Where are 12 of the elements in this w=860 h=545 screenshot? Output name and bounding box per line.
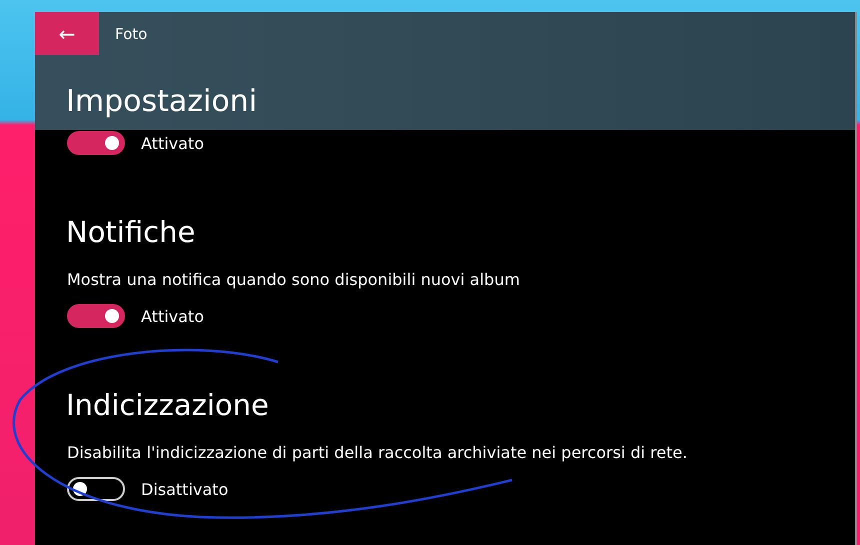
toggle-switch[interactable] (67, 304, 125, 328)
back-button[interactable]: ← (35, 12, 99, 55)
toggle-label: Disattivato (141, 480, 228, 498)
toggle-label: Attivato (141, 134, 204, 152)
window-title: Foto (115, 24, 148, 42)
page-title: Impostazioni (66, 84, 258, 120)
section-heading: Indicizzazione (66, 387, 270, 423)
toggle-label: Attivato (141, 306, 204, 326)
setting-description: Disabilita l'indicizzazione di parti della raccolta archiviate nei percorsi di rete. (67, 442, 688, 464)
setting-description: Mostra una notifica quando sono disponibili nuovi album (67, 269, 521, 291)
toggle-switch[interactable] (67, 131, 125, 155)
section-heading: Notifiche (66, 214, 196, 250)
